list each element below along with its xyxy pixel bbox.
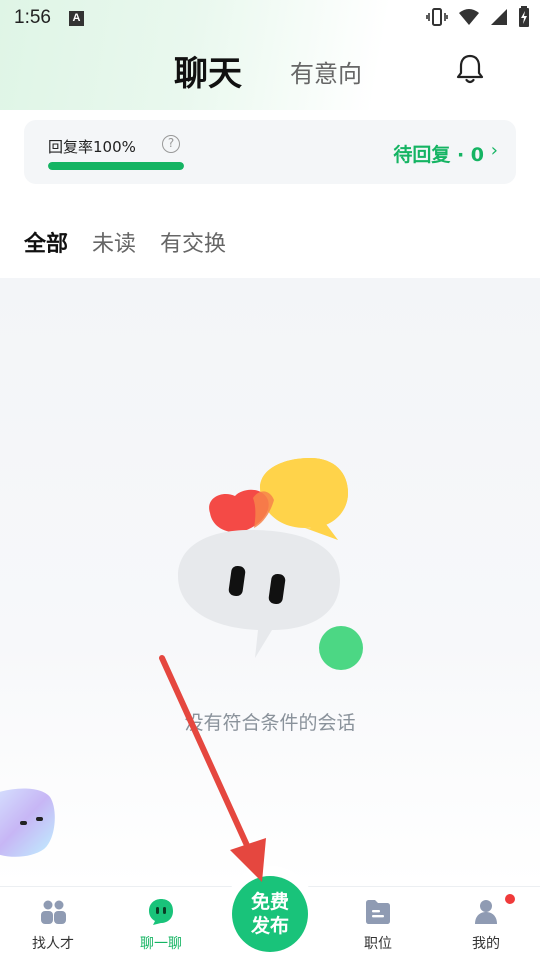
pending-reply-link[interactable]: 待回复 · 0 bbox=[393, 140, 484, 167]
user-icon bbox=[475, 900, 497, 924]
free-publish-button[interactable]: 免费 发布 bbox=[232, 876, 308, 952]
status-bar: 1:56 A bbox=[0, 0, 540, 36]
tab-intent[interactable]: 有意向 bbox=[290, 54, 362, 89]
conversation-list-empty: 没有符合条件的会话 bbox=[0, 278, 540, 886]
publish-label-line1: 免费 bbox=[250, 891, 289, 913]
floating-assistant-icon[interactable] bbox=[0, 783, 60, 863]
battery-icon bbox=[519, 6, 529, 27]
chat-bubble-icon bbox=[149, 899, 173, 925]
empty-state-text: 没有符合条件的会话 bbox=[184, 712, 356, 734]
signal-icon bbox=[491, 9, 507, 25]
publish-label-line2: 发布 bbox=[250, 915, 289, 937]
filter-tabs: 全部 未读 有交换 bbox=[24, 226, 226, 258]
notification-a-icon: A bbox=[68, 10, 84, 26]
filter-all[interactable]: 全部 bbox=[24, 226, 68, 258]
people-icon bbox=[41, 900, 66, 924]
nav-item-find-talent[interactable]: 找人才 bbox=[8, 897, 98, 953]
empty-chat-illustration bbox=[178, 458, 363, 670]
reply-rate-progress-fill bbox=[48, 162, 184, 170]
nav-item-jobs[interactable]: 职位 bbox=[333, 897, 423, 953]
vibrate-icon bbox=[426, 8, 448, 26]
reply-rate-progress bbox=[48, 162, 184, 170]
notification-badge bbox=[505, 894, 515, 904]
wifi-icon bbox=[459, 9, 479, 25]
folder-icon bbox=[366, 900, 390, 924]
status-time: 1:56 bbox=[14, 7, 51, 28]
nav-item-chat[interactable]: 聊一聊 bbox=[116, 897, 206, 953]
filter-exchanged[interactable]: 有交换 bbox=[160, 226, 226, 258]
status-icons bbox=[426, 6, 530, 28]
nav-label-chat: 聊一聊 bbox=[140, 936, 182, 952]
help-icon[interactable]: ? bbox=[162, 135, 180, 153]
nav-label-me: 我的 bbox=[472, 936, 500, 952]
bell-icon[interactable] bbox=[455, 52, 485, 86]
tab-chat[interactable]: 聊天 bbox=[174, 46, 242, 95]
nav-label-find-talent: 找人才 bbox=[32, 936, 74, 952]
reply-rate-label: 回复率100% bbox=[48, 138, 136, 156]
nav-label-jobs: 职位 bbox=[364, 936, 392, 952]
chevron-right-icon[interactable]: › bbox=[491, 140, 498, 161]
header: 聊天 有意向 bbox=[0, 40, 540, 100]
reply-rate-card: 回复率100% ? 待回复 · 0 › bbox=[24, 120, 516, 184]
nav-item-me[interactable]: 我的 bbox=[441, 897, 531, 953]
filter-unread[interactable]: 未读 bbox=[92, 226, 136, 258]
